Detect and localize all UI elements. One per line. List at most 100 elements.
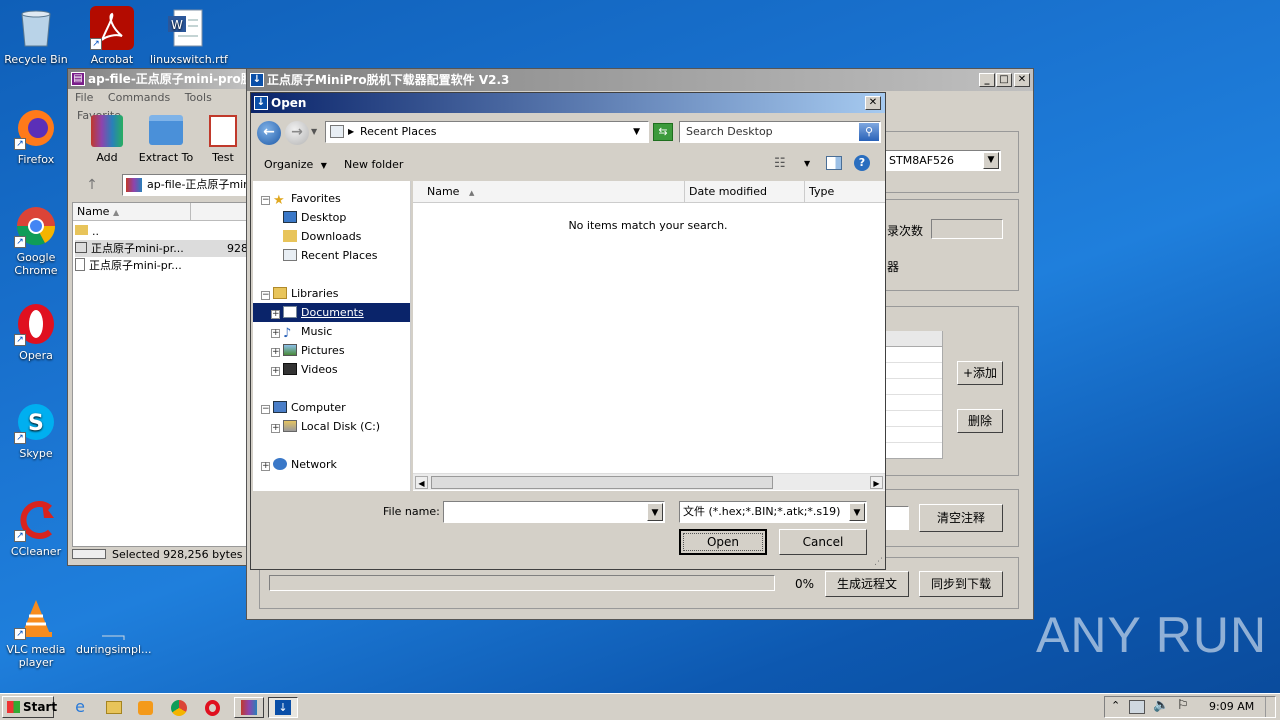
nav-pictures[interactable]: Pictures: [283, 341, 345, 360]
minipro-taskbar-icon[interactable]: ↓: [268, 697, 298, 718]
nav-libraries[interactable]: Libraries: [273, 284, 339, 303]
show-desktop-button[interactable]: [1265, 697, 1275, 717]
start-button[interactable]: Start: [2, 696, 57, 718]
expand-documents-icon[interactable]: +: [271, 310, 280, 319]
scroll-thumb[interactable]: [431, 476, 773, 489]
minipro-titlebar[interactable]: ↓ 正点原子MiniPro脱机下载器配置软件 V2.3 _ □ ✕: [247, 69, 1033, 91]
history-dropdown-icon[interactable]: ▼: [311, 127, 317, 136]
menu-tools[interactable]: Tools: [185, 91, 212, 104]
list-item[interactable]: 正点原子mini-pr...: [75, 257, 247, 274]
sync-download-button[interactable]: 同步到下载: [919, 571, 1003, 597]
column-type[interactable]: Type: [805, 181, 885, 203]
desktop-icon-linuxswitch[interactable]: W linuxswitch.rtf: [150, 6, 228, 66]
nav-network[interactable]: Network: [273, 455, 337, 474]
scroll-left-icon[interactable]: ◀: [415, 476, 428, 489]
tray-expand-icon[interactable]: ⌃: [1111, 699, 1120, 712]
nav-favorites[interactable]: ★ Favorites: [273, 189, 341, 208]
new-folder-button[interactable]: New folder: [344, 158, 403, 171]
test-button[interactable]: Test: [200, 115, 246, 164]
count-field[interactable]: [931, 219, 1003, 239]
collapse-libraries-icon[interactable]: −: [261, 291, 270, 300]
add-file-button[interactable]: +添加: [957, 361, 1003, 385]
desktop-icon-skype[interactable]: S ↗ Skype: [0, 400, 72, 460]
nav-music[interactable]: ♪ Music: [283, 322, 332, 341]
chevron-down-icon[interactable]: ▼: [983, 152, 999, 169]
refresh-button[interactable]: ⇆: [653, 123, 673, 141]
explorer-taskbar-icon[interactable]: [102, 697, 126, 718]
ie-taskbar-icon[interactable]: e: [68, 697, 92, 718]
extract-to-button[interactable]: Extract To: [134, 115, 198, 164]
nav-local-disk[interactable]: Local Disk (C:): [283, 417, 380, 436]
desktop-icon-recycle-bin[interactable]: Recycle Bin: [0, 6, 72, 66]
address-bar[interactable]: ▶ Recent Places ▼: [325, 121, 649, 143]
maximize-button[interactable]: □: [996, 73, 1012, 87]
chevron-down-icon[interactable]: ▼: [849, 503, 865, 521]
nav-videos[interactable]: Videos: [283, 360, 338, 379]
chrome-taskbar-icon[interactable]: [168, 697, 192, 718]
menu-file[interactable]: File: [75, 91, 93, 104]
column-name[interactable]: Name ▲: [413, 181, 685, 203]
clock[interactable]: 9:09 AM: [1209, 700, 1254, 713]
nav-recent-places[interactable]: Recent Places: [283, 246, 378, 265]
delete-file-button[interactable]: 删除: [957, 409, 1003, 433]
file-list-table[interactable]: [877, 331, 943, 459]
minimize-button[interactable]: _: [979, 73, 995, 87]
winrar-titlebar[interactable]: ▤ ap-file-正点原子mini-pro脱: [68, 69, 246, 89]
search-icon[interactable]: ⚲: [859, 123, 879, 141]
expand-music-icon[interactable]: +: [271, 329, 280, 338]
back-button[interactable]: ←: [257, 121, 281, 145]
up-folder-button[interactable]: ↑: [82, 175, 102, 195]
media-player-taskbar-icon[interactable]: [134, 697, 158, 718]
list-item[interactable]: 正点原子mini-pr... 928: [75, 240, 248, 257]
nav-documents[interactable]: Documents: [283, 303, 364, 322]
expand-pictures-icon[interactable]: +: [271, 348, 280, 357]
menu-commands[interactable]: Commands: [108, 91, 170, 104]
expand-local-disk-icon[interactable]: +: [271, 424, 280, 433]
chip-select[interactable]: STM8AF526 ▼: [885, 150, 1001, 171]
view-dropdown-icon[interactable]: ▼: [804, 159, 810, 168]
address-dropdown-icon[interactable]: ▼: [633, 122, 640, 142]
view-options-icon[interactable]: ☷: [774, 156, 786, 171]
close-button[interactable]: ✕: [865, 96, 881, 110]
desktop-icon-acrobat[interactable]: ↗ Acrobat: [76, 6, 148, 66]
chevron-down-icon[interactable]: ▼: [647, 503, 663, 521]
collapse-computer-icon[interactable]: −: [261, 405, 270, 414]
generate-remote-button[interactable]: 生成远程文: [825, 571, 909, 597]
nav-desktop[interactable]: Desktop: [283, 208, 346, 227]
desktop-icon-duringsimpl[interactable]: duringsimpl...: [76, 596, 152, 656]
desktop-icon-opera[interactable]: ↗ Opera: [0, 302, 72, 362]
comment-field[interactable]: [883, 506, 909, 530]
volume-tray-icon[interactable]: 🔈: [1153, 698, 1169, 713]
organize-menu[interactable]: Organize ▼: [264, 158, 327, 171]
expand-network-icon[interactable]: +: [261, 462, 270, 471]
desktop-icon-firefox[interactable]: ↗ Firefox: [0, 106, 72, 166]
add-button[interactable]: Add: [82, 115, 132, 164]
desktop-icon-vlc[interactable]: ↗ VLC media player: [0, 596, 72, 669]
preview-pane-icon[interactable]: [826, 156, 842, 170]
winrar-header-name[interactable]: Name ▲: [73, 203, 191, 221]
open-button[interactable]: Open: [679, 529, 767, 555]
opera-taskbar-icon[interactable]: [202, 697, 226, 718]
file-type-select[interactable]: 文件 (*.hex;*.BIN;*.atk;*.s19) ▼: [679, 501, 867, 523]
collapse-favorites-icon[interactable]: −: [261, 196, 270, 205]
search-input[interactable]: Search Desktop ⚲: [679, 121, 881, 143]
winrar-path-field[interactable]: ap-file-正点原子mini: [122, 174, 248, 196]
desktop-icon-chrome[interactable]: ↗ Google Chrome: [0, 204, 72, 277]
scroll-right-icon[interactable]: ▶: [870, 476, 883, 489]
list-item[interactable]: ..: [75, 223, 247, 240]
open-dialog-titlebar[interactable]: ↓ Open ✕: [251, 93, 885, 113]
file-name-input[interactable]: ▼: [443, 501, 665, 523]
winrar-taskbar-icon[interactable]: [234, 697, 264, 718]
close-button[interactable]: ✕: [1014, 73, 1030, 87]
cancel-button[interactable]: Cancel: [779, 529, 867, 555]
help-icon[interactable]: ?: [854, 155, 870, 171]
horizontal-scrollbar[interactable]: ◀ ▶: [413, 473, 885, 490]
flag-tray-icon[interactable]: ⚐: [1177, 698, 1189, 713]
column-date-modified[interactable]: Date modified: [685, 181, 805, 203]
desktop-icon-ccleaner[interactable]: ↗ CCleaner: [0, 498, 72, 558]
expand-videos-icon[interactable]: +: [271, 367, 280, 376]
nav-downloads[interactable]: Downloads: [283, 227, 361, 246]
clear-comment-button[interactable]: 清空注释: [919, 504, 1003, 532]
resize-grip-icon[interactable]: ⋰: [874, 557, 883, 567]
network-tray-icon[interactable]: [1129, 700, 1145, 714]
